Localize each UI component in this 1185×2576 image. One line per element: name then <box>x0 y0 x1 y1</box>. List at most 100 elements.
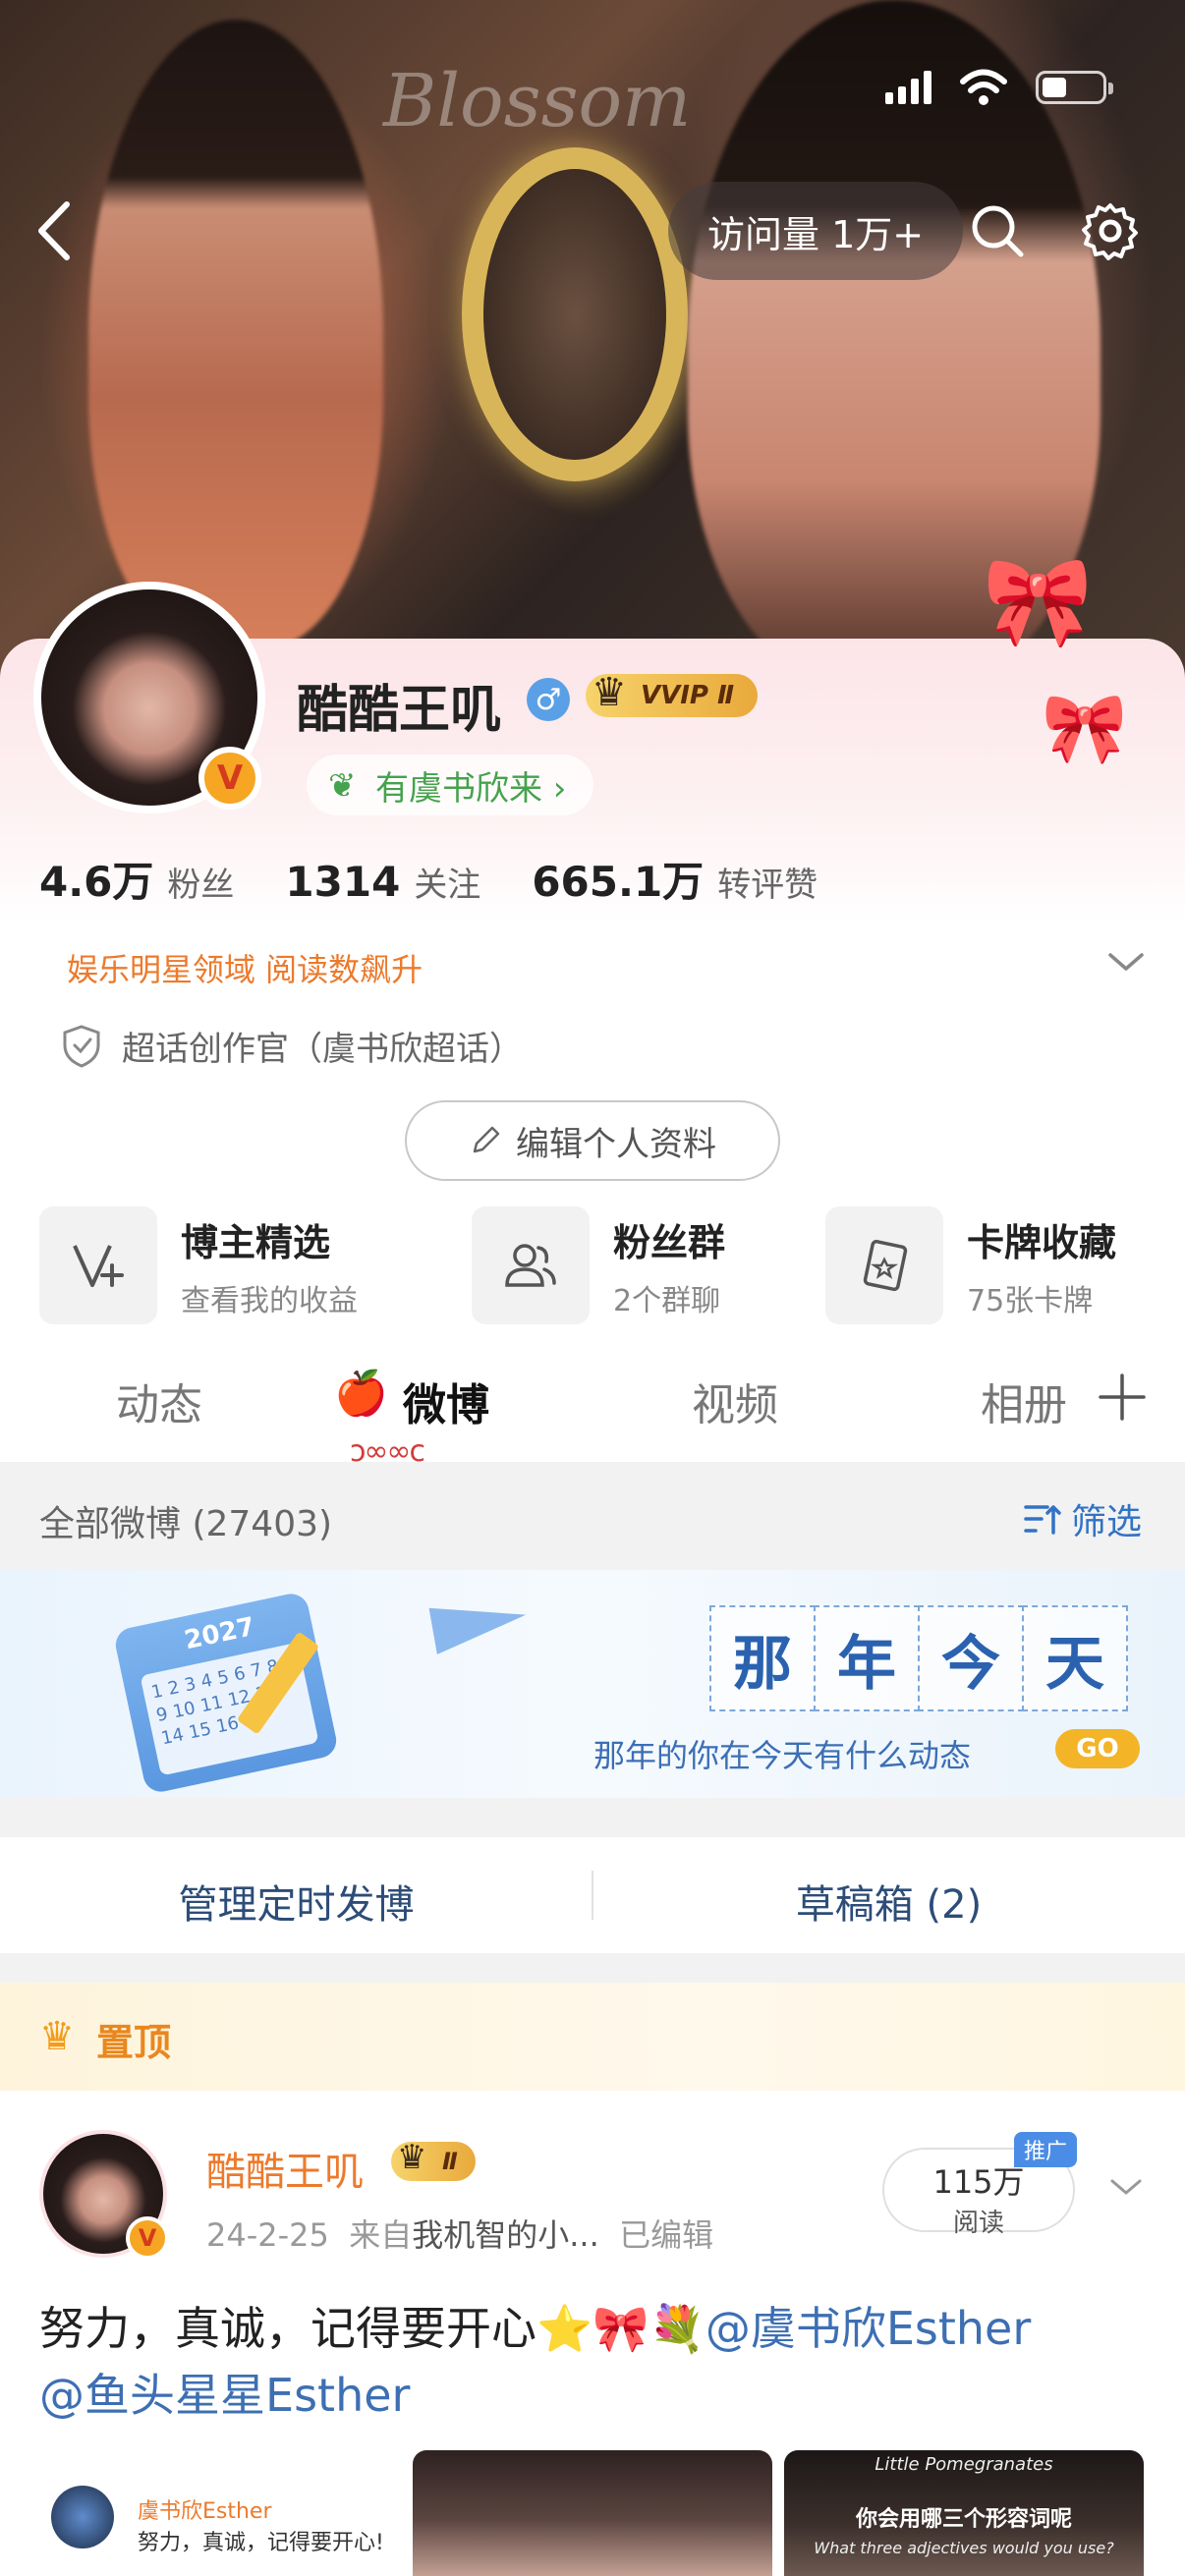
crown-icon: ♛ <box>592 670 627 715</box>
search-icon[interactable] <box>968 201 1027 260</box>
profile-avatar[interactable]: V <box>33 582 265 813</box>
post-author-name[interactable]: 酷酷王叽 <box>206 2140 364 2197</box>
fan-pill[interactable]: ❦ 有虞书欣来 › <box>307 755 594 815</box>
leaf-icon: ❦ <box>328 766 357 806</box>
on-this-day-subtitle: 那年的你在今天有什么动态 <box>593 1737 972 1774</box>
vvip-label: VVIP Ⅱ <box>641 681 735 710</box>
mention-link[interactable]: @虞书欣Esther <box>705 2302 1031 2355</box>
gear-icon[interactable] <box>1081 201 1140 260</box>
plus-icon[interactable] <box>1097 1372 1148 1423</box>
cellular-signal-icon <box>885 71 931 104</box>
read-label: 阅读 <box>952 2209 1004 2238</box>
visits-count[interactable]: 访问量 1万+ <box>668 182 964 280</box>
filter-button[interactable]: 筛选 <box>1022 1493 1142 1544</box>
quote-card[interactable]: 虞书欣Esther 努力，真诚，记得要开心! <box>39 2450 403 2576</box>
post-source-prefix: 来自 <box>349 2216 413 2254</box>
stat-label: 关注 <box>414 866 481 905</box>
crown-icon: ♛ <box>397 2138 427 2177</box>
title-char: 天 <box>1022 1605 1128 1711</box>
vip-label: Ⅱ <box>442 2148 458 2175</box>
calendar-year: 2027 <box>182 1611 258 1656</box>
vvip-badge[interactable]: ♛ VVIP Ⅱ <box>586 670 759 717</box>
drafts-button[interactable]: 草稿箱 (2) <box>592 1873 1185 1930</box>
post-edited: 已编辑 <box>619 2216 714 2254</box>
shortcut-subtitle: 2个群聊 <box>613 1283 721 1318</box>
shortcut-title: 卡牌收藏 <box>967 1220 1117 1264</box>
chevron-down-icon[interactable] <box>1108 2175 1144 2199</box>
back-arrow-icon[interactable] <box>29 196 79 265</box>
post-text: 努力，真诚，记得要开心⭐🎀💐 <box>39 2302 705 2355</box>
male-gender-icon: ♂ <box>527 678 570 721</box>
shortcut-row: 博主精选 查看我的收益 粉丝群 2个群聊 卡牌收藏 75张卡牌 <box>39 1206 1159 1324</box>
bow-decoration-icon: 🎀 <box>1042 688 1128 768</box>
verified-badge-icon: V <box>198 747 261 810</box>
on-this-day-title: 那 年 今 天 <box>709 1605 1128 1711</box>
post-count: 全部微博 (27403) <box>39 1504 333 1544</box>
vip-badge: ♛ Ⅱ <box>391 2138 476 2181</box>
post-management-row: 管理定时发博 草稿箱 (2) <box>0 1837 1185 1953</box>
status-bar <box>885 69 1113 106</box>
shortcut-fan-group[interactable]: 粉丝群 2个群聊 <box>472 1206 725 1324</box>
filter-bar: 全部微博 (27403) 筛选 <box>0 1462 1185 1570</box>
paper-plane-icon <box>428 1592 531 1654</box>
verified-badge-icon: V <box>126 2216 169 2260</box>
post-media: 虞书欣Esther 努力，真诚，记得要开心! Little Pomegranat… <box>39 2450 1146 2576</box>
quote-author: 虞书欣Esther <box>138 2499 272 2524</box>
filter-icon <box>1024 1505 1061 1535</box>
crown-icon: ♛ <box>39 2014 75 2059</box>
stat-number: 1314 <box>285 858 401 906</box>
stat-label: 转评赞 <box>717 866 818 905</box>
title-char: 年 <box>814 1605 920 1711</box>
tab-dynamics[interactable]: 动态 <box>116 1370 202 1432</box>
mention-link[interactable]: @鱼头星星Esther <box>39 2369 410 2422</box>
card-icon <box>825 1206 943 1324</box>
tab-weibo[interactable]: 微博 <box>403 1370 489 1432</box>
promote-tag[interactable]: 推广 <box>1014 2132 1078 2167</box>
calendar-icon: 2027 1 2 3 4 5 6 7 8 9 10 11 12 13 14 15… <box>112 1591 340 1795</box>
image-caption: 你会用哪三个形容词呢 <box>855 2507 1072 2532</box>
shortcut-title: 博主精选 <box>181 1220 331 1264</box>
v-plus-icon <box>39 1206 157 1324</box>
post-image[interactable]: Little Pomegranates 你会用哪三个形容词呢 What thre… <box>784 2450 1144 2576</box>
tab-videos[interactable]: 视频 <box>692 1370 778 1432</box>
post-image[interactable] <box>413 2450 772 2576</box>
image-caption: Little Pomegranates <box>875 2454 1053 2475</box>
post-body: 努力，真诚，记得要开心⭐🎀💐@虞书欣Esther @鱼头星星Esther <box>39 2295 1150 2429</box>
super-topic-line[interactable]: 超话创作官（虞书欣超话） <box>61 1022 523 1070</box>
bow-decoration-icon: 🎀 <box>983 550 1094 653</box>
section-divider <box>0 1953 1185 1983</box>
pinned-header: ♛ 置顶 <box>0 1983 1185 2091</box>
shortcut-card-collection[interactable]: 卡牌收藏 75张卡牌 <box>825 1206 1116 1324</box>
profile-stats: 4.6万 粉丝 1314 关注 665.1万 转评赞 <box>39 849 818 909</box>
post-source[interactable]: 我机智的小... <box>412 2216 599 2254</box>
pinned-label: 置顶 <box>96 2021 172 2064</box>
avatar <box>51 2486 114 2548</box>
wifi-icon <box>960 69 1007 105</box>
domain-tag[interactable]: 娱乐明星领域 阅读数飙升 <box>67 945 423 990</box>
shortcut-title: 粉丝群 <box>613 1220 726 1264</box>
shortcut-blogger-picks[interactable]: 博主精选 查看我的收益 <box>39 1206 358 1324</box>
apple-icon: 🍎 <box>334 1369 388 1419</box>
stat-following[interactable]: 1314 关注 <box>285 858 480 906</box>
group-icon <box>472 1206 590 1324</box>
pencil-icon <box>473 1126 500 1153</box>
go-button[interactable]: GO <box>1055 1729 1140 1768</box>
stat-label: 粉丝 <box>167 866 235 905</box>
quote-text: 努力，真诚，记得要开心! <box>138 2531 384 2555</box>
shield-icon <box>63 1024 100 1068</box>
stat-number: 665.1万 <box>532 858 705 906</box>
profile-tabs: 动态 微博 视频 相册 ↄ∞∞c <box>0 1362 1185 1469</box>
title-char: 那 <box>709 1605 816 1711</box>
banner-watermark: Blossom <box>383 59 692 143</box>
edit-profile-button[interactable]: 编辑个人资料 <box>405 1100 780 1181</box>
tab-album[interactable]: 相册 <box>981 1370 1067 1432</box>
chevron-down-icon[interactable] <box>1104 947 1148 977</box>
stat-followers[interactable]: 4.6万 粉丝 <box>39 849 234 909</box>
shortcut-subtitle: 75张卡牌 <box>967 1283 1094 1318</box>
shortcut-subtitle: 查看我的收益 <box>181 1283 358 1318</box>
filter-label: 筛选 <box>1070 1502 1142 1542</box>
on-this-day-banner[interactable]: 2027 1 2 3 4 5 6 7 8 9 10 11 12 13 14 15… <box>0 1570 1185 1798</box>
scheduled-posts-button[interactable]: 管理定时发博 <box>0 1873 592 1930</box>
stat-interactions[interactable]: 665.1万 转评赞 <box>532 849 818 909</box>
image-caption: What three adjectives would you use? <box>814 2539 1114 2557</box>
